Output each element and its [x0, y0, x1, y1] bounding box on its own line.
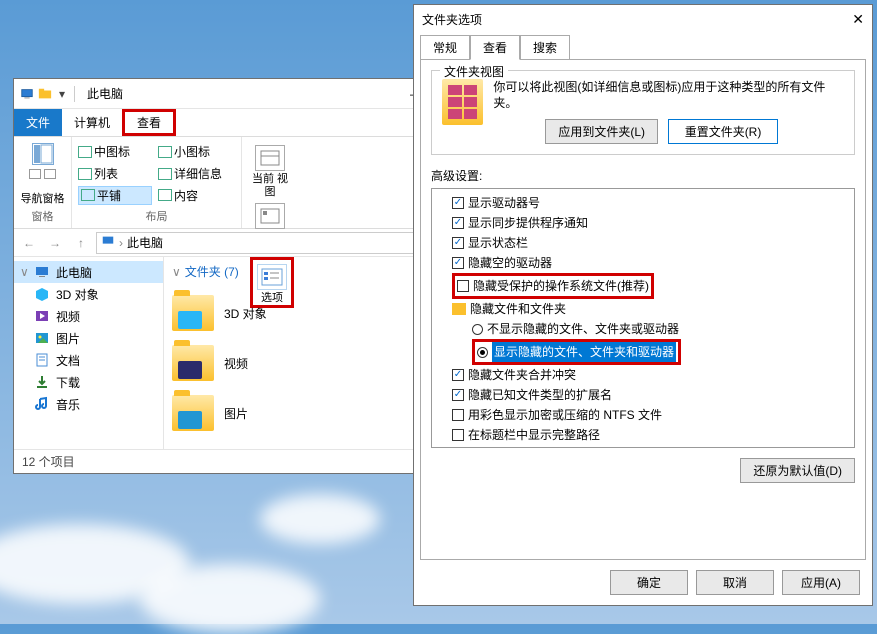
explorer-titlebar[interactable]: ▾ 此电脑 — [14, 79, 439, 109]
tree-item[interactable]: ✓隐藏空的驱动器 [434, 253, 852, 273]
explorer-ribbon-tabs: 文件 计算机 查看 [14, 109, 439, 137]
tree-item[interactable]: 在单独的进程中打开文件夹窗口 [434, 445, 852, 448]
tree-item[interactable]: 隐藏受保护的操作系统文件(推荐) [434, 273, 852, 299]
checkbox-icon: ✓ [452, 217, 464, 229]
tree-item[interactable]: 在标题栏中显示完整路径 [434, 425, 852, 445]
sidebar-item-doc[interactable]: 文档 [14, 349, 163, 371]
sidebar-item-3d[interactable]: 3D 对象 [14, 283, 163, 305]
current-view-button[interactable]: 当前 视图 [248, 141, 292, 199]
tree-item[interactable]: ✓显示驱动器号 [434, 193, 852, 213]
tree-item[interactable]: 用彩色显示加密或压缩的 NTFS 文件 [434, 405, 852, 425]
folder-view-group: 文件夹视图 你可以将此视图(如详细信息或图标)应用于这种类型的所有文件夹。 应用… [431, 70, 855, 155]
nav-pane-label: 导航窗格 [21, 193, 65, 206]
video-icon [34, 308, 50, 324]
layout-content[interactable]: 内容 [158, 187, 232, 204]
sidebar-item-pic[interactable]: 图片 [14, 327, 163, 349]
advanced-settings-label: 高级设置: [431, 167, 855, 184]
explorer-ribbon: 导航窗格 窗格 中图标 小图标 列表 详细信息 平铺 内容 布局 当前 视图 [14, 137, 439, 229]
folder-icon [38, 87, 52, 101]
pc-icon [34, 264, 50, 280]
tab-general[interactable]: 常规 [420, 35, 470, 60]
close-button[interactable]: ✕ [852, 11, 864, 28]
tab-computer[interactable]: 计算机 [62, 109, 122, 136]
tree-item[interactable]: ✓显示状态栏 [434, 233, 852, 253]
layout-medium-icons[interactable]: 中图标 [78, 143, 152, 160]
sidebar-item-music[interactable]: 音乐 [14, 393, 163, 415]
radio-icon [472, 324, 483, 335]
tree-item[interactable]: ✓显示同步提供程序通知 [434, 213, 852, 233]
restore-defaults-button[interactable]: 还原为默认值(D) [740, 458, 855, 483]
pc-icon [20, 87, 34, 101]
dialog-tabs: 常规 查看 搜索 [414, 33, 872, 59]
address-field[interactable]: › 此电脑 [96, 232, 415, 254]
checkbox-icon [452, 429, 464, 441]
checkbox-icon: ✓ [452, 369, 464, 381]
sidebar-item-pc[interactable]: ∨此电脑 [14, 261, 163, 283]
folder-icon [172, 295, 214, 331]
checkbox-icon [452, 409, 464, 421]
radio-icon [477, 347, 488, 358]
folder-view-icon [442, 79, 483, 125]
cancel-button[interactable]: 取消 [696, 570, 774, 595]
checkbox-icon [457, 280, 469, 292]
up-button[interactable]: ↑ [70, 236, 92, 250]
apply-to-folders-button[interactable]: 应用到文件夹(L) [545, 119, 658, 144]
dl-icon [34, 374, 50, 390]
tree-item[interactable]: 隐藏文件和文件夹 [434, 299, 852, 319]
chevron-down-icon[interactable]: ▾ [59, 87, 65, 101]
back-button[interactable]: ← [18, 236, 40, 250]
dialog-title: 文件夹选项 [422, 11, 482, 28]
tab-view[interactable]: 查看 [470, 35, 520, 60]
folder-item[interactable]: 图片 [172, 388, 431, 438]
tree-item[interactable]: ✓隐藏已知文件类型的扩展名 [434, 385, 852, 405]
folder-icon [172, 345, 214, 381]
folder-icon [452, 303, 466, 315]
window-title: 此电脑 [87, 85, 123, 102]
reset-folders-button[interactable]: 重置文件夹(R) [668, 119, 778, 144]
tree-item[interactable]: 显示隐藏的文件、文件夹和驱动器 [434, 339, 852, 365]
folder-icon [172, 395, 214, 431]
sidebar-item-video[interactable]: 视频 [14, 305, 163, 327]
layout-tiles[interactable]: 平铺 [78, 186, 152, 205]
tab-search[interactable]: 搜索 [520, 35, 570, 60]
sidebar-item-dl[interactable]: 下载 [14, 371, 163, 393]
dialog-titlebar[interactable]: 文件夹选项 ✕ [414, 5, 872, 33]
advanced-settings-tree[interactable]: ✓显示驱动器号✓显示同步提供程序通知✓显示状态栏✓隐藏空的驱动器隐藏受保护的操作… [431, 188, 855, 448]
checkbox-icon: ✓ [452, 237, 464, 249]
status-bar: 12 个项目 [14, 449, 439, 473]
checkbox-icon: ✓ [452, 257, 464, 269]
forward-button[interactable]: → [44, 236, 66, 250]
explorer-sidebar: ∨此电脑3D 对象视频图片文档下载音乐 [14, 257, 164, 449]
pc-icon [101, 234, 115, 251]
folder-item[interactable]: 视频 [172, 338, 431, 388]
checkbox-icon: ✓ [452, 197, 464, 209]
folder-options-dialog: 文件夹选项 ✕ 常规 查看 搜索 文件夹视图 你可以将此视图(如详细信息或图标)… [413, 4, 873, 606]
tab-file[interactable]: 文件 [14, 109, 62, 136]
layout-list[interactable]: 列表 [78, 165, 152, 182]
tab-view[interactable]: 查看 [122, 109, 176, 136]
explorer-content: ∨文件夹 (7) 3D 对象视频图片 [164, 257, 439, 449]
explorer-window: ▾ 此电脑 — 文件 计算机 查看 导航窗格 窗格 中图标 小图标 列表 详细信… [13, 78, 440, 474]
ok-button[interactable]: 确定 [610, 570, 688, 595]
pic-icon [34, 330, 50, 346]
layout-small-icons[interactable]: 小图标 [158, 143, 232, 160]
checkbox-icon: ✓ [452, 389, 464, 401]
music-icon [34, 396, 50, 412]
layout-details[interactable]: 详细信息 [158, 165, 232, 182]
3d-icon [34, 286, 50, 302]
tree-item[interactable]: 不显示隐藏的文件、文件夹或驱动器 [434, 319, 852, 339]
apply-button[interactable]: 应用(A) [782, 570, 860, 595]
tree-item[interactable]: ✓隐藏文件夹合并冲突 [434, 365, 852, 385]
folder-item[interactable]: 3D 对象 [172, 288, 431, 338]
explorer-address-bar: ← → ↑ › 此电脑 搜 [14, 229, 439, 257]
content-heading[interactable]: ∨文件夹 (7) [172, 263, 431, 280]
doc-icon [34, 352, 50, 368]
nav-pane-icon[interactable] [32, 143, 54, 165]
